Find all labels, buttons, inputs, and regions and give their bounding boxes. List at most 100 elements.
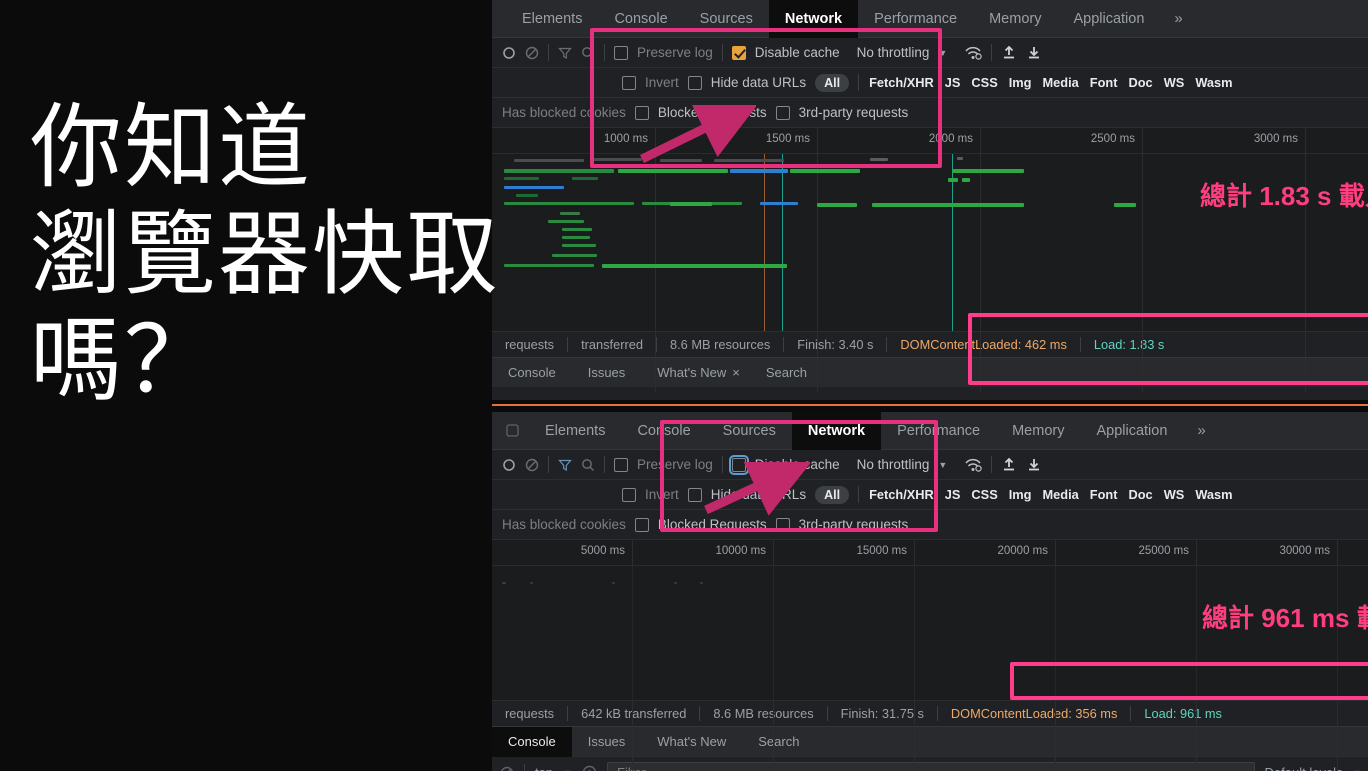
filter-type-js[interactable]: JS (944, 75, 962, 90)
clear-icon[interactable] (525, 46, 539, 60)
bottom-tab-memory[interactable]: Memory (996, 412, 1080, 450)
filter-type-wasm[interactable]: Wasm (1194, 75, 1233, 90)
filter-type-media[interactable]: Media (1042, 75, 1080, 90)
bottom-filter-type-media[interactable]: Media (1042, 487, 1080, 502)
console-levels-label[interactable]: Default levels (1265, 765, 1343, 771)
import-har-icon[interactable] (1001, 457, 1017, 472)
bottom-tabbar: Elements Console Sources Network Perform… (492, 412, 1368, 450)
bottom-more-tabs-icon[interactable]: » (1183, 422, 1219, 439)
search-icon[interactable] (581, 46, 595, 60)
throttling-label[interactable]: No throttling (857, 45, 930, 60)
bottom-dom-content-loaded: DOMContentLoaded: 356 ms (950, 706, 1118, 721)
bottom-filter-row: Invert Hide data URLs All Fetch/XHR JS C… (492, 480, 1368, 510)
chevron-down-icon[interactable]: ▼ (938, 460, 947, 470)
export-har-icon[interactable] (1026, 45, 1042, 60)
search-icon[interactable] (581, 458, 595, 472)
preserve-log-checkbox[interactable] (614, 45, 628, 60)
filter-type-ws[interactable]: WS (1163, 75, 1186, 90)
bottom-ruler-tick-1: 10000 ms (715, 545, 766, 557)
import-har-icon[interactable] (1001, 45, 1017, 60)
record-icon[interactable] (502, 46, 516, 60)
blocked-requests-checkbox[interactable] (634, 105, 649, 120)
bottom-filter-type-doc[interactable]: Doc (1128, 487, 1154, 502)
record-icon[interactable] (502, 458, 516, 472)
bottom-tab-performance[interactable]: Performance (881, 412, 996, 450)
inspect-icon[interactable] (492, 424, 529, 437)
bottom-drawer-tab-search[interactable]: Search (742, 727, 815, 757)
console-bar: top ▼ Filter Default levels ▼ 3 Issues: … (492, 756, 1368, 771)
tab-application[interactable]: Application (1057, 0, 1160, 38)
bottom-resources: 8.6 MB resources (713, 706, 814, 721)
filter-type-doc[interactable]: Doc (1128, 75, 1154, 90)
clear-console-icon[interactable] (500, 766, 514, 771)
bottom-drawer-tab-whats-new[interactable]: What's New (641, 727, 742, 757)
bottom-tab-application[interactable]: Application (1080, 412, 1183, 450)
bottom-filter-type-wasm[interactable]: Wasm (1194, 487, 1233, 502)
hide-data-urls-checkbox[interactable] (687, 75, 702, 90)
bottom-total-annotation: 總計 961 ms 載入 (1202, 603, 1368, 633)
bottom-tab-console[interactable]: Console (621, 412, 706, 450)
console-context-label[interactable]: top (535, 765, 553, 771)
bottom-throttling-label[interactable]: No throttling (857, 457, 930, 472)
bottom-filter-type-js[interactable]: JS (944, 487, 962, 502)
third-party-checkbox[interactable] (775, 105, 790, 120)
console-filter-input[interactable]: Filter (607, 761, 1255, 771)
filter-icon[interactable] (558, 458, 572, 472)
ruler-tick-5: 3000 ms (1253, 133, 1298, 145)
bottom-invert-checkbox[interactable] (622, 487, 636, 502)
bottom-third-party-label: 3rd-party requests (798, 517, 909, 532)
bottom-preserve-log-checkbox[interactable] (614, 457, 628, 472)
wifi-settings-icon[interactable] (964, 458, 983, 472)
tab-network[interactable]: Network (768, 0, 859, 38)
filter-type-fetchxhr[interactable]: Fetch/XHR (868, 75, 935, 90)
bottom-drawer-tab-console[interactable]: Console (492, 726, 572, 757)
bottom-third-party-checkbox[interactable] (775, 517, 790, 532)
bottom-drawer-tab-issues[interactable]: Issues (572, 727, 642, 757)
filter-type-img[interactable]: Img (1008, 75, 1033, 90)
drawer-tab-whats-new[interactable]: What's New (641, 358, 742, 388)
bottom-tab-sources[interactable]: Sources (707, 412, 792, 450)
tab-elements[interactable]: Elements (506, 0, 598, 38)
drawer-tab-search[interactable]: Search (750, 358, 823, 388)
chevron-down-icon[interactable]: ▼ (938, 48, 947, 58)
toolbar-divider-2 (604, 44, 605, 61)
filter-type-font[interactable]: Font (1089, 75, 1119, 90)
tab-memory[interactable]: Memory (973, 0, 1057, 38)
top-filter-row: Invert Hide data URLs All Fetch/XHR JS C… (492, 68, 1368, 98)
bottom-filter-type-css[interactable]: CSS (970, 487, 998, 502)
bottom-tab-network[interactable]: Network (791, 412, 882, 450)
bottom-disable-cache-checkbox[interactable] (728, 454, 749, 475)
bottom-ruler-tick-5: 30000 ms (1279, 545, 1330, 557)
bottom-hide-data-urls-checkbox[interactable] (687, 487, 702, 502)
bottom-filter-type-img[interactable]: Img (1008, 487, 1033, 502)
invert-checkbox[interactable] (622, 75, 636, 90)
bottom-disable-cache-label: Disable cache (754, 457, 840, 472)
bottom-filter-type-fetchxhr[interactable]: Fetch/XHR (868, 487, 935, 502)
chevron-down-icon[interactable]: ▼ (563, 768, 572, 771)
filter-type-css[interactable]: CSS (970, 75, 998, 90)
bottom-filter-type-font[interactable]: Font (1089, 487, 1119, 502)
top-load: Load: 1.83 s (1093, 337, 1165, 352)
bottom-tab-elements[interactable]: Elements (529, 412, 621, 450)
bottom-blocked-requests-label: Blocked Requests (657, 517, 767, 532)
drawer-tab-console[interactable]: Console (492, 358, 572, 388)
export-har-icon[interactable] (1026, 457, 1042, 472)
bottom-blocked-requests-checkbox[interactable] (634, 517, 649, 532)
dom-content-loaded-line (764, 154, 765, 331)
tab-performance[interactable]: Performance (858, 0, 973, 38)
more-tabs-icon[interactable]: » (1160, 10, 1196, 27)
filter-type-all[interactable]: All (815, 73, 850, 92)
filter-icon[interactable] (558, 46, 572, 60)
chevron-down-icon[interactable]: ▼ (1353, 768, 1362, 771)
bottom-filter-type-ws[interactable]: WS (1163, 487, 1186, 502)
tab-sources[interactable]: Sources (684, 0, 769, 38)
drawer-tab-issues[interactable]: Issues (572, 358, 642, 388)
live-expression-icon[interactable] (582, 765, 597, 771)
tab-console[interactable]: Console (598, 0, 683, 38)
wifi-settings-icon[interactable] (964, 46, 983, 60)
disable-cache-checkbox[interactable] (731, 45, 746, 60)
close-icon[interactable]: × (732, 365, 750, 380)
bottom-filter-type-all[interactable]: All (815, 485, 850, 504)
clear-icon[interactable] (525, 458, 539, 472)
bottom-transferred: 642 kB transferred (581, 706, 687, 721)
